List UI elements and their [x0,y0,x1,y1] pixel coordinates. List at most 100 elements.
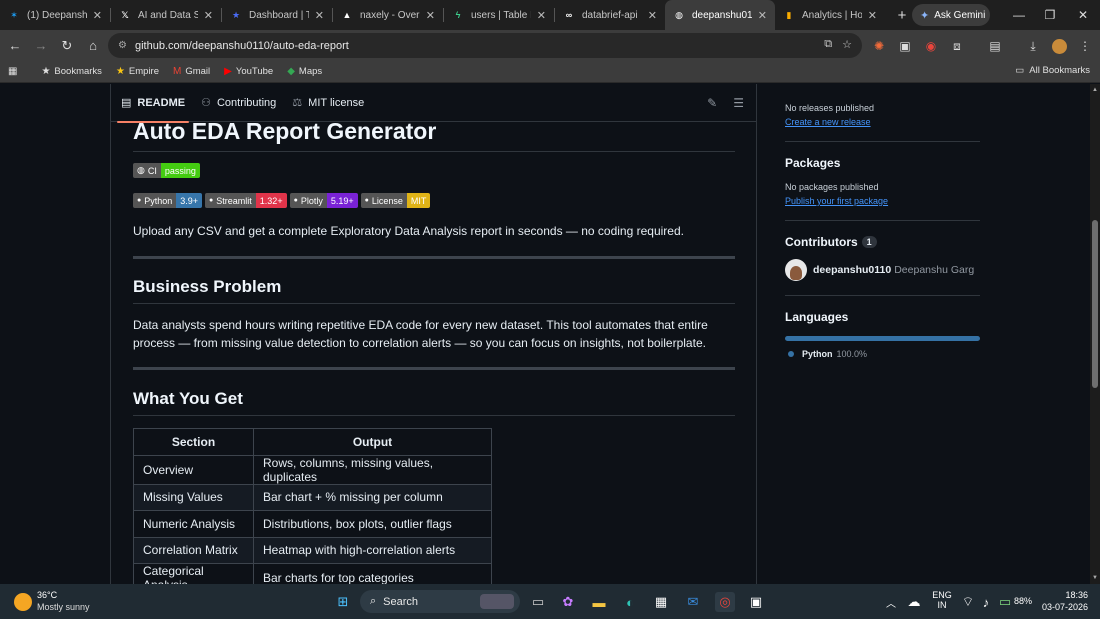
ask-gemini-button[interactable]: ✦ Ask Gemini [912,4,990,26]
close-tab-icon[interactable]: ✕ [204,9,213,22]
forward-icon[interactable]: → [28,33,54,59]
scroll-thumb[interactable] [1092,220,1098,388]
browser-tab[interactable]: 𝕏 AI and Data S ✕ [111,0,221,30]
badge-python[interactable]: ● Python 3.9+ [133,193,203,208]
extension-icon[interactable]: ◉ [922,37,940,55]
battery-icon[interactable]: ▭ [995,592,1015,612]
close-tab-icon[interactable]: ✕ [93,9,102,22]
bookmark-star-icon[interactable]: ☆ [842,38,852,51]
outline-list-icon[interactable]: ☰ [733,96,744,110]
badge-streamlit[interactable]: ● Streamlit 1.32+ [205,193,287,208]
close-tab-icon[interactable]: ✕ [758,9,767,22]
badge-logo-icon: ● [364,197,369,204]
language-bar[interactable] [785,336,980,341]
intro-paragraph: Upload any CSV and get a complete Explor… [133,224,684,238]
close-tab-icon[interactable]: ✕ [868,9,877,22]
weather-desc[interactable]: Mostly sunny [37,602,90,612]
store-icon[interactable]: ▦ [651,592,671,612]
link-icon: ∞ [565,10,573,20]
gemini-icon: ✦ [920,9,930,22]
file-explorer-icon[interactable]: ▬ [589,592,609,612]
chrome-icon[interactable]: ◎ [715,592,735,612]
app-icon[interactable]: ▣ [746,592,766,612]
download-icon[interactable]: ⤓ [1024,37,1042,55]
close-tab-icon[interactable]: ✕ [426,9,435,22]
scroll-down-icon[interactable]: ▼ [1092,575,1098,581]
browser-tab[interactable]: ∞ databrief-api ✕ [555,0,665,30]
tab-title: users | Table E [471,9,531,21]
tab-license[interactable]: ⚖ MIT license [292,84,364,122]
weather-sun-icon[interactable] [14,593,32,611]
browser-tab[interactable]: ◍ deepanshu01 ✕ [665,0,775,30]
avatar[interactable] [785,259,807,281]
tab-readme[interactable]: ▤ README [116,84,190,123]
cloud-icon[interactable]: ☁ [904,592,924,612]
copilot-icon[interactable]: ✿ [558,592,578,612]
side-panel-icon[interactable]: ▤ [986,37,1004,55]
taskbar-search[interactable]: ⌕ Search [360,590,520,613]
minimize-icon[interactable]: — [1002,0,1036,30]
reload-icon[interactable]: ↻ [54,33,80,59]
contributor-login[interactable]: deepanshu0110 [813,264,891,276]
page-scrollbar[interactable]: ▲ ▼ [1090,84,1100,584]
clock[interactable]: 18:36 03-07-2026 [1040,590,1088,612]
close-tab-icon[interactable]: ✕ [315,9,324,22]
back-icon[interactable]: ← [2,33,28,59]
readme-tabs: ▤ README ⚇ Contributing ⚖ MIT license ✎ … [111,84,756,123]
badge-logo-icon: ● [137,197,142,204]
edit-pencil-icon[interactable]: ✎ [707,96,717,110]
wifi-icon[interactable]: ⌔ [958,592,978,612]
close-window-icon[interactable]: ✕ [1066,0,1100,30]
bookmark-empire[interactable]: ★ Empire [116,66,159,77]
bookmark-gmail[interactable]: M Gmail [173,66,210,77]
tab-label: Contributing [216,96,277,109]
close-tab-icon[interactable]: ✕ [648,9,657,22]
new-tab-icon[interactable]: + [891,7,913,24]
browser-tab[interactable]: ϟ users | Table E ✕ [444,0,554,30]
table-cell-section: Categorical Analysis [133,563,254,584]
apps-grid-icon[interactable]: ▦ [8,66,21,77]
task-view-icon[interactable]: ▭ [528,592,548,612]
bookmark-youtube[interactable]: ▶ YouTube [224,66,273,77]
home-icon[interactable]: ⌂ [80,33,106,59]
profile-avatar[interactable] [1050,37,1068,55]
mail-icon[interactable]: ✉ [683,592,703,612]
language-item[interactable]: Python 100.0% [785,349,985,359]
badge-plotly[interactable]: ● Plotly 5.19+ [289,193,358,208]
contributor-item[interactable]: deepanshu0110 Deepanshu Garg [785,259,985,281]
extension-icon[interactable]: ✺ [870,37,888,55]
badge-logo-icon: ● [209,197,214,204]
restore-icon[interactable]: ❐ [1033,0,1067,30]
close-tab-icon[interactable]: ✕ [537,9,546,22]
site-info-icon[interactable]: ⚙ [118,40,127,51]
browser-tab[interactable]: ✶ (1) Deepanshu ✕ [0,0,110,30]
folder-icon: ▭ [1015,65,1025,76]
weather-temp[interactable]: 36°C [37,590,57,600]
extensions-puzzle-icon[interactable]: ⧈ [948,37,966,55]
edge-icon[interactable]: ◐ [620,592,640,612]
bookmark-maps[interactable]: ◆ Maps [287,66,322,77]
ci-badge[interactable]: ◍ CI passing [133,163,200,178]
address-bar[interactable]: ⚙ github.com/deepanshu0110/auto-eda-repo… [108,33,862,58]
bookmark-bookmarks[interactable]: ★ Bookmarks [41,66,101,77]
chevron-up-icon[interactable]: ︿ [881,592,901,612]
create-release-link[interactable]: Create a new release [785,117,985,127]
all-bookmarks-button[interactable]: ▭ All Bookmarks [1015,65,1090,76]
volume-icon[interactable]: ♪ [976,592,996,612]
menu-kebab-icon[interactable]: ⋮ [1076,37,1094,55]
browser-tab[interactable]: ▮ Analytics | Ho ✕ [775,0,885,30]
tab-label: MIT license [308,96,365,109]
badge-license[interactable]: ● License MIT [360,193,431,208]
tab-contributing[interactable]: ⚇ Contributing [201,84,276,122]
contributors-heading[interactable]: Contributors [785,235,858,249]
input-language[interactable]: ENG IN [932,590,952,610]
scroll-up-icon[interactable]: ▲ [1092,87,1098,93]
packages-heading[interactable]: Packages [785,156,985,170]
extension-icon[interactable]: ▣ [896,37,914,55]
browser-tab[interactable]: ★ Dashboard | T ✕ [222,0,332,30]
tab-title: Analytics | Ho [802,9,862,21]
publish-package-link[interactable]: Publish your first package [785,196,985,206]
windows-start-icon[interactable]: ⊞ [333,592,353,612]
browser-tab[interactable]: ▲ naxely - Over ✕ [333,0,443,30]
install-app-icon[interactable]: ⧉ [824,38,832,51]
